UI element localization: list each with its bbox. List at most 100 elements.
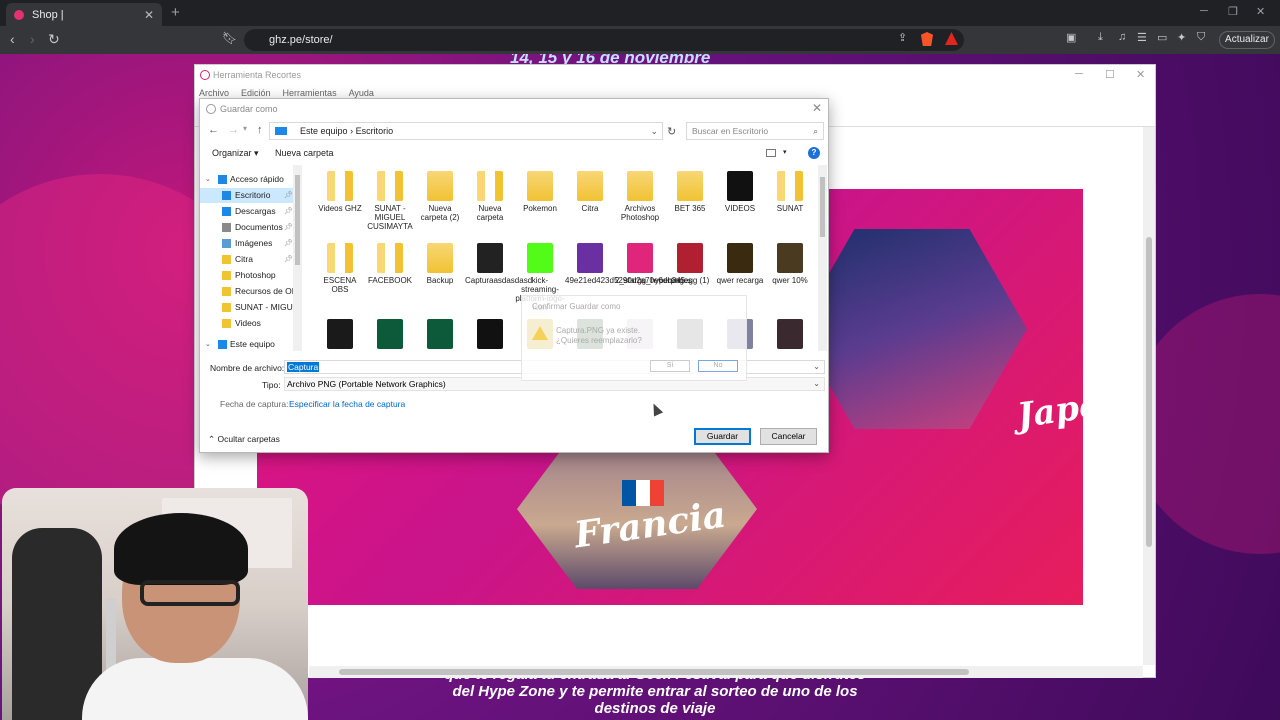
file-grid-scrollbar[interactable]	[818, 165, 827, 351]
new-folder-button[interactable]: Nueva carpeta	[275, 148, 334, 158]
forward-arrow-icon[interactable]: →	[228, 124, 239, 136]
close-window-icon[interactable]: ✕	[1256, 5, 1265, 18]
help-icon[interactable]: ?	[808, 147, 820, 159]
file-item[interactable]: Backup	[415, 243, 465, 285]
capture-date-label: Fecha de captura:	[220, 399, 289, 409]
nav-item-documentos[interactable]: Documentos 📌︎	[200, 220, 294, 235]
nav-item-escritorio[interactable]: Escritorio 📌︎	[200, 188, 294, 203]
yes-button[interactable]: Sí	[650, 360, 690, 372]
nav-item-label: Descargas	[235, 206, 276, 216]
file-item[interactable]: qwer 10%	[765, 243, 815, 285]
update-button[interactable]: Actualizar	[1219, 31, 1275, 49]
cancel-button[interactable]: Cancelar	[760, 428, 817, 445]
folder-icon	[377, 171, 403, 201]
back-arrow-icon[interactable]: ←	[208, 124, 219, 136]
expand-chevron-icon[interactable]: ⌄	[205, 172, 211, 187]
no-button[interactable]: No	[698, 360, 738, 372]
vpn-icon[interactable]: ⛉	[1197, 31, 1205, 44]
file-item[interactable]: Archivos Photoshop	[615, 171, 665, 222]
file-item[interactable]: Videos GHZ	[315, 171, 365, 213]
refresh-icon[interactable]: ↻	[667, 125, 676, 138]
expand-chevron-icon[interactable]: ⌄	[205, 337, 211, 352]
nav-item-acceso-rápido[interactable]: ⌄ Acceso rápido	[200, 172, 294, 187]
close-icon[interactable]: ✕	[812, 101, 822, 115]
file-item[interactable]: Citra	[565, 171, 615, 213]
reload-icon[interactable]: ↻	[48, 31, 60, 48]
reading-list-icon[interactable]: ☰	[1137, 31, 1147, 44]
file-item[interactable]: SUNAT - MIGUEL CUSIMAYTA	[365, 171, 415, 231]
file-item[interactable]: SUNAT	[765, 171, 815, 213]
save-button[interactable]: Guardar	[694, 428, 751, 445]
close-tab-icon[interactable]: ✕	[144, 8, 154, 22]
downloads-icon[interactable]: ⤓	[1098, 31, 1103, 44]
file-item[interactable]: 49e21ed423d5290d2a70e6db345...	[565, 243, 692, 285]
maximize-icon[interactable]: ❐	[1228, 5, 1238, 18]
hide-folders-toggle[interactable]: ⌃ Ocultar carpetas	[208, 434, 280, 445]
recent-locations-icon[interactable]: ▾	[243, 124, 247, 133]
nav-item-photoshop[interactable]: Photoshop	[200, 268, 294, 283]
leo-ai-icon[interactable]: ✦	[1177, 31, 1186, 44]
share-icon[interactable]: ⇪	[898, 31, 907, 44]
tab-shop[interactable]: Shop | ✕	[6, 3, 162, 26]
navigation-scrollbar[interactable]	[293, 165, 302, 351]
minimize-icon[interactable]: ─	[1075, 68, 1083, 80]
organize-button[interactable]: Organizar ▾	[212, 148, 259, 159]
nav-item-sunat-miguel[interactable]: SUNAT - MIGUEL	[200, 300, 294, 315]
file-item[interactable]	[465, 319, 515, 352]
sidebar-icon[interactable]: ▣	[1066, 31, 1076, 44]
horizontal-scrollbar[interactable]	[309, 666, 1143, 678]
location-icon	[222, 207, 231, 216]
media-icon[interactable]: ♫	[1118, 31, 1126, 43]
specify-date-link[interactable]: Especificar la fecha de captura	[289, 399, 405, 409]
maximize-icon[interactable]: ☐	[1105, 68, 1115, 81]
file-item[interactable]	[365, 319, 415, 352]
search-input[interactable]: Buscar en Escritorio ⌕	[686, 122, 824, 140]
vertical-scrollbar[interactable]	[1143, 127, 1155, 665]
file-item[interactable]: qwer recarga	[715, 243, 765, 285]
file-item[interactable]: pngegg (1)	[665, 243, 715, 285]
file-item[interactable]: Capturaasdasdasd	[465, 243, 532, 285]
new-tab-icon[interactable]: +	[171, 4, 180, 21]
pin-icon: 📌︎	[284, 192, 293, 199]
nav-item-recursos-de-obs[interactable]: Recursos de OBS	[200, 284, 294, 299]
view-dropdown-icon[interactable]: ▾	[783, 148, 787, 156]
file-item[interactable]: Pokemon	[515, 171, 565, 213]
bookmark-icon[interactable]: 🔖︎	[222, 31, 237, 45]
up-arrow-icon[interactable]: ↑	[257, 124, 263, 136]
view-options-icon[interactable]	[766, 149, 776, 157]
nav-item-citra[interactable]: Citra 📌︎	[200, 252, 294, 267]
nav-item-videos[interactable]: Videos	[200, 316, 294, 331]
nav-item-label: SUNAT - MIGUEL	[235, 302, 294, 312]
close-icon[interactable]: ✕	[1136, 68, 1145, 81]
folder-icon	[577, 171, 603, 201]
breadcrumb-este-equipo[interactable]: Este equipo	[300, 126, 348, 136]
address-bar[interactable]: ghz.pe/store/	[244, 29, 964, 51]
nav-item-descargas[interactable]: Descargas 📌︎	[200, 204, 294, 219]
breadcrumb-escritorio[interactable]: Escritorio	[356, 126, 394, 136]
file-item[interactable]	[315, 319, 365, 352]
brave-shields-icon[interactable]	[921, 32, 933, 46]
nav-item-este-equipo[interactable]: ⌄ Este equipo	[200, 337, 294, 352]
image-thumbnail-icon	[477, 319, 503, 349]
chevron-down-icon[interactable]: ⌄	[650, 123, 658, 139]
file-item[interactable]: 2_stargg_hyperseries	[615, 243, 692, 285]
nav-item-label: Recursos de OBS	[235, 286, 294, 296]
file-item[interactable]: BET 365	[665, 171, 715, 213]
chevron-down-icon[interactable]: ⌄	[813, 378, 820, 390]
nav-item-imágenes[interactable]: Imágenes 📌︎	[200, 236, 294, 251]
file-item[interactable]: Nueva carpeta (2)	[415, 171, 465, 222]
back-icon[interactable]: ‹	[10, 31, 15, 47]
breadcrumb[interactable]: Este equipo › Escritorio ⌄	[269, 122, 663, 140]
file-item[interactable]	[415, 319, 465, 352]
file-name: qwer 10%	[772, 276, 808, 285]
chevron-down-icon[interactable]: ⌄	[813, 361, 820, 373]
file-item[interactable]: VIDEOS	[715, 171, 765, 213]
file-item[interactable]	[765, 319, 815, 352]
file-type-value: Archivo PNG (Portable Network Graphics)	[287, 379, 446, 389]
file-item[interactable]: Nueva carpeta	[465, 171, 515, 222]
file-item[interactable]: FACEBOOK	[365, 243, 415, 285]
wallet-icon[interactable]: ▭	[1157, 31, 1167, 44]
file-item[interactable]: ESCENA OBS	[315, 243, 365, 294]
minimize-icon[interactable]: ─	[1200, 5, 1208, 17]
forward-icon[interactable]: ›	[30, 31, 35, 47]
